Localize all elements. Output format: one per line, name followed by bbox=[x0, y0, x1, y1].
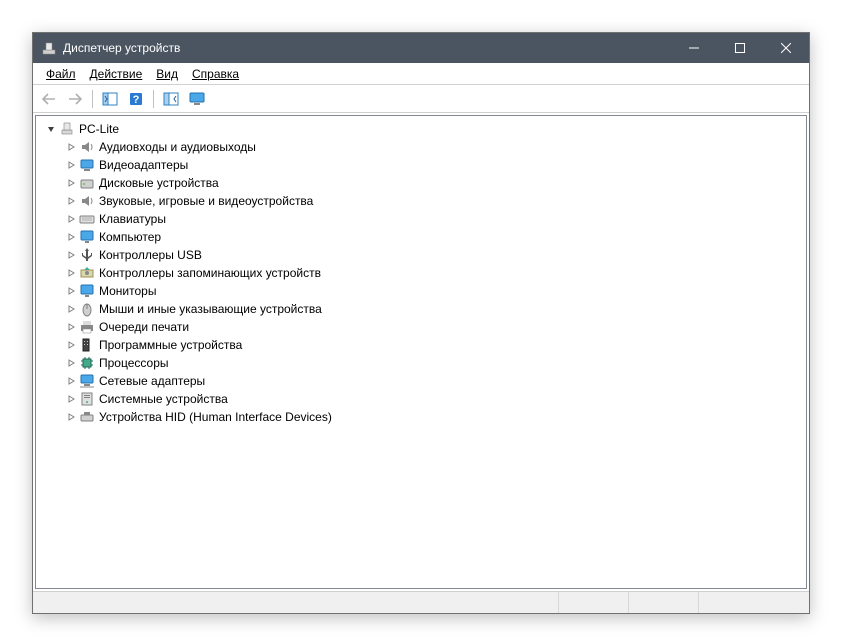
tree-node-label: Сетевые адаптеры bbox=[99, 374, 205, 388]
tree-node-label: Устройства HID (Human Interface Devices) bbox=[99, 410, 332, 424]
expand-icon[interactable] bbox=[64, 248, 78, 262]
device-manager-window: Диспетчер устройств Файл Действие Вид Сп… bbox=[32, 32, 810, 614]
tree-category-node[interactable]: Видеоадаптеры bbox=[42, 156, 800, 174]
menu-action[interactable]: Действие bbox=[83, 65, 150, 83]
tree-root-node[interactable]: PC-Lite bbox=[42, 120, 800, 138]
monitor-button[interactable] bbox=[185, 88, 209, 110]
maximize-button[interactable] bbox=[717, 33, 763, 63]
network-icon bbox=[79, 373, 95, 389]
tree-node-label: Клавиатуры bbox=[99, 212, 166, 226]
computer-icon bbox=[59, 121, 75, 137]
display-adapter-icon bbox=[79, 157, 95, 173]
expand-icon[interactable] bbox=[64, 392, 78, 406]
menu-view[interactable]: Вид bbox=[149, 65, 185, 83]
monitor-icon bbox=[79, 283, 95, 299]
tree-category-node[interactable]: Мыши и иные указывающие устройства bbox=[42, 300, 800, 318]
tree-category-node[interactable]: Сетевые адаптеры bbox=[42, 372, 800, 390]
window-controls bbox=[671, 33, 809, 63]
device-tree: PC-Lite Аудиовходы и аудиовыходы Видеоадап… bbox=[38, 118, 804, 428]
tree-category-node[interactable]: Процессоры bbox=[42, 354, 800, 372]
minimize-button[interactable] bbox=[671, 33, 717, 63]
tree-node-label: Аудиовходы и аудиовыходы bbox=[99, 140, 256, 154]
tree-node-label: Системные устройства bbox=[99, 392, 228, 406]
audio-icon bbox=[79, 193, 95, 209]
close-button[interactable] bbox=[763, 33, 809, 63]
menu-file[interactable]: Файл bbox=[39, 65, 83, 83]
expand-icon[interactable] bbox=[64, 212, 78, 226]
back-button[interactable] bbox=[37, 88, 61, 110]
statusbar bbox=[33, 591, 809, 613]
expand-icon[interactable] bbox=[64, 320, 78, 334]
scan-hardware-button[interactable] bbox=[159, 88, 183, 110]
tree-category-node[interactable]: Очереди печати bbox=[42, 318, 800, 336]
keyboard-icon bbox=[79, 211, 95, 227]
tree-node-label: Программные устройства bbox=[99, 338, 242, 352]
expand-icon[interactable] bbox=[64, 410, 78, 424]
tree-category-node[interactable]: Компьютер bbox=[42, 228, 800, 246]
tree-node-label: Контроллеры USB bbox=[99, 248, 202, 262]
tree-category-node[interactable]: Клавиатуры bbox=[42, 210, 800, 228]
expand-icon[interactable] bbox=[64, 338, 78, 352]
expand-icon[interactable] bbox=[64, 266, 78, 280]
help-button[interactable]: ? bbox=[124, 88, 148, 110]
tree-category-node[interactable]: Системные устройства bbox=[42, 390, 800, 408]
tree-category-node[interactable]: Устройства HID (Human Interface Devices) bbox=[42, 408, 800, 426]
tree-category-node[interactable]: Дисковые устройства bbox=[42, 174, 800, 192]
status-panel bbox=[629, 592, 699, 613]
tree-node-label: Процессоры bbox=[99, 356, 169, 370]
tree-node-label: Звуковые, игровые и видеоустройства bbox=[99, 194, 313, 208]
expand-icon[interactable] bbox=[64, 302, 78, 316]
system-icon bbox=[79, 391, 95, 407]
svg-text:?: ? bbox=[133, 94, 140, 106]
status-panel bbox=[559, 592, 629, 613]
storage-ctrl-icon bbox=[79, 265, 95, 281]
tree-node-label: Очереди печати bbox=[99, 320, 189, 334]
tree-category-node[interactable]: Аудиовходы и аудиовыходы bbox=[42, 138, 800, 156]
tree-node-label: Мониторы bbox=[99, 284, 156, 298]
toolbar: ? bbox=[33, 85, 809, 113]
printer-icon bbox=[79, 319, 95, 335]
software-icon bbox=[79, 337, 95, 353]
menu-help[interactable]: Справка bbox=[185, 65, 246, 83]
toolbar-separator bbox=[153, 90, 154, 108]
titlebar[interactable]: Диспетчер устройств bbox=[33, 33, 809, 63]
hid-icon bbox=[79, 409, 95, 425]
usb-icon bbox=[79, 247, 95, 263]
tree-node-label: Видеоадаптеры bbox=[99, 158, 188, 172]
cpu-icon bbox=[79, 355, 95, 371]
tree-category-node[interactable]: Программные устройства bbox=[42, 336, 800, 354]
menubar: Файл Действие Вид Справка bbox=[33, 63, 809, 85]
status-panel bbox=[33, 592, 559, 613]
expand-icon[interactable] bbox=[64, 374, 78, 388]
tree-node-label: Компьютер bbox=[99, 230, 161, 244]
tree-category-node[interactable]: Контроллеры USB bbox=[42, 246, 800, 264]
expand-icon[interactable] bbox=[64, 356, 78, 370]
toolbar-separator bbox=[92, 90, 93, 108]
tree-node-label: Контроллеры запоминающих устройств bbox=[99, 266, 321, 280]
tree-category-node[interactable]: Мониторы bbox=[42, 282, 800, 300]
collapse-icon[interactable] bbox=[44, 122, 58, 136]
device-tree-panel[interactable]: PC-Lite Аудиовходы и аудиовыходы Видеоадап… bbox=[35, 115, 807, 589]
expand-icon[interactable] bbox=[64, 140, 78, 154]
expand-icon[interactable] bbox=[64, 230, 78, 244]
expand-icon[interactable] bbox=[64, 194, 78, 208]
expand-icon[interactable] bbox=[64, 176, 78, 190]
tree-category-node[interactable]: Звуковые, игровые и видеоустройства bbox=[42, 192, 800, 210]
tree-node-label: Дисковые устройства bbox=[99, 176, 219, 190]
mouse-icon bbox=[79, 301, 95, 317]
app-icon bbox=[41, 40, 57, 56]
expand-icon[interactable] bbox=[64, 158, 78, 172]
window-title: Диспетчер устройств bbox=[63, 41, 671, 55]
monitor-icon bbox=[79, 229, 95, 245]
expand-icon[interactable] bbox=[64, 284, 78, 298]
tree-node-label: PC-Lite bbox=[79, 122, 119, 136]
audio-icon bbox=[79, 139, 95, 155]
disk-icon bbox=[79, 175, 95, 191]
show-hide-tree-button[interactable] bbox=[98, 88, 122, 110]
forward-button[interactable] bbox=[63, 88, 87, 110]
tree-node-label: Мыши и иные указывающие устройства bbox=[99, 302, 322, 316]
status-panel bbox=[699, 592, 809, 613]
tree-category-node[interactable]: Контроллеры запоминающих устройств bbox=[42, 264, 800, 282]
